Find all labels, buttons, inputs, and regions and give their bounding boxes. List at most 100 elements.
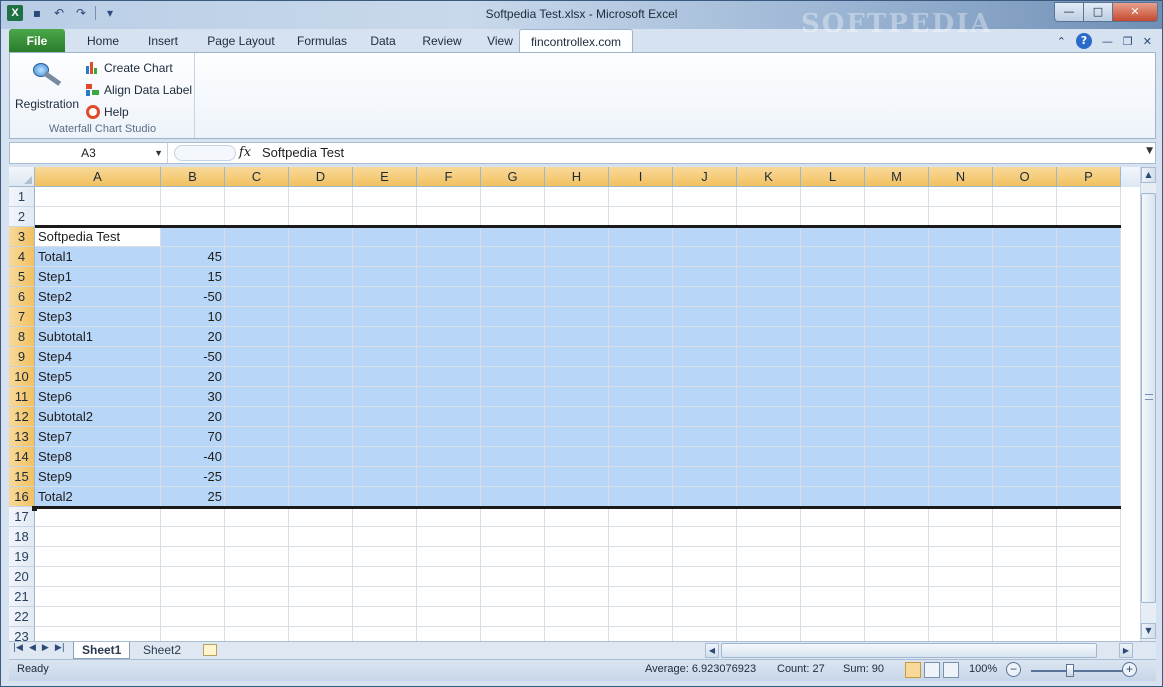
cell[interactable]	[289, 427, 353, 447]
cell[interactable]	[929, 287, 993, 307]
row-header-10[interactable]: 10	[9, 367, 35, 387]
cell[interactable]	[1057, 447, 1121, 467]
row-header-14[interactable]: 14	[9, 447, 35, 467]
cell[interactable]	[865, 587, 929, 607]
cell[interactable]	[737, 247, 801, 267]
cell[interactable]	[289, 387, 353, 407]
cell[interactable]	[929, 627, 993, 641]
cell[interactable]	[865, 227, 929, 247]
cell[interactable]	[481, 507, 545, 527]
cell[interactable]	[737, 327, 801, 347]
cell[interactable]	[865, 307, 929, 327]
cell[interactable]	[929, 247, 993, 267]
cell[interactable]	[801, 627, 865, 641]
cell-b8[interactable]: 20	[161, 327, 225, 347]
cell[interactable]	[545, 467, 609, 487]
cell[interactable]	[353, 607, 417, 627]
cell[interactable]	[1057, 287, 1121, 307]
cell[interactable]	[545, 287, 609, 307]
cell[interactable]	[545, 567, 609, 587]
cell[interactable]	[673, 187, 737, 207]
cell[interactable]	[1057, 487, 1121, 507]
cell[interactable]	[545, 347, 609, 367]
cell[interactable]	[225, 307, 289, 327]
cell[interactable]	[609, 267, 673, 287]
vertical-scrollbar[interactable]: ▲ ▼	[1140, 167, 1156, 641]
tab-view[interactable]: View	[475, 29, 525, 53]
cell[interactable]	[993, 327, 1057, 347]
cell[interactable]	[353, 207, 417, 227]
cell[interactable]	[1057, 607, 1121, 627]
insert-sheet-icon[interactable]	[203, 644, 217, 656]
cell[interactable]	[161, 627, 225, 641]
column-header-h[interactable]: H	[545, 167, 609, 187]
cell[interactable]	[289, 247, 353, 267]
cell[interactable]	[353, 447, 417, 467]
cell[interactable]	[225, 207, 289, 227]
cell[interactable]	[417, 607, 481, 627]
cell[interactable]	[289, 287, 353, 307]
tab-formulas[interactable]: Formulas	[287, 29, 357, 53]
cell[interactable]	[225, 447, 289, 467]
cell[interactable]	[801, 227, 865, 247]
cell-a7[interactable]: Step3	[35, 307, 161, 327]
cell[interactable]	[417, 467, 481, 487]
cell[interactable]	[1057, 547, 1121, 567]
cell[interactable]	[417, 427, 481, 447]
cell[interactable]	[673, 387, 737, 407]
select-all-button[interactable]	[9, 167, 35, 187]
cell-a4[interactable]: Total1	[35, 247, 161, 267]
formula-input[interactable]: Softpedia Test	[262, 143, 344, 163]
cell[interactable]	[865, 607, 929, 627]
cell[interactable]	[545, 367, 609, 387]
column-header-g[interactable]: G	[481, 167, 545, 187]
cell[interactable]	[225, 267, 289, 287]
cell[interactable]	[993, 487, 1057, 507]
cell[interactable]	[801, 247, 865, 267]
cell[interactable]	[289, 367, 353, 387]
cell-a5[interactable]: Step1	[35, 267, 161, 287]
cell[interactable]	[225, 547, 289, 567]
cell[interactable]	[673, 547, 737, 567]
cell[interactable]	[865, 547, 929, 567]
cell[interactable]	[929, 387, 993, 407]
tab-data[interactable]: Data	[357, 29, 409, 53]
cell[interactable]	[289, 607, 353, 627]
cell[interactable]	[1057, 367, 1121, 387]
cell[interactable]	[673, 467, 737, 487]
row-header-12[interactable]: 12	[9, 407, 35, 427]
cell[interactable]	[673, 427, 737, 447]
cell[interactable]	[161, 507, 225, 527]
cell[interactable]	[35, 607, 161, 627]
column-header-l[interactable]: L	[801, 167, 865, 187]
cell-b14[interactable]: -40	[161, 447, 225, 467]
cell[interactable]	[353, 427, 417, 447]
cell[interactable]	[673, 207, 737, 227]
cell[interactable]	[289, 207, 353, 227]
cell[interactable]	[289, 307, 353, 327]
cell[interactable]	[225, 347, 289, 367]
cell[interactable]	[609, 227, 673, 247]
column-header-f[interactable]: F	[417, 167, 481, 187]
row-header-4[interactable]: 4	[9, 247, 35, 267]
cell-a15[interactable]: Step9	[35, 467, 161, 487]
maximize-button[interactable]: □	[1083, 2, 1113, 22]
cell[interactable]	[801, 467, 865, 487]
cell[interactable]	[673, 347, 737, 367]
cell[interactable]	[737, 267, 801, 287]
cell[interactable]	[737, 367, 801, 387]
cell[interactable]	[417, 367, 481, 387]
cell[interactable]	[225, 247, 289, 267]
cell[interactable]	[865, 267, 929, 287]
cell[interactable]	[35, 627, 161, 641]
cell[interactable]	[417, 287, 481, 307]
cell[interactable]	[289, 507, 353, 527]
row-header-19[interactable]: 19	[9, 547, 35, 567]
cell[interactable]	[993, 427, 1057, 447]
cell[interactable]	[225, 567, 289, 587]
cell[interactable]	[353, 267, 417, 287]
cell[interactable]	[737, 587, 801, 607]
cell[interactable]	[801, 187, 865, 207]
cell[interactable]	[35, 567, 161, 587]
cell[interactable]	[481, 187, 545, 207]
